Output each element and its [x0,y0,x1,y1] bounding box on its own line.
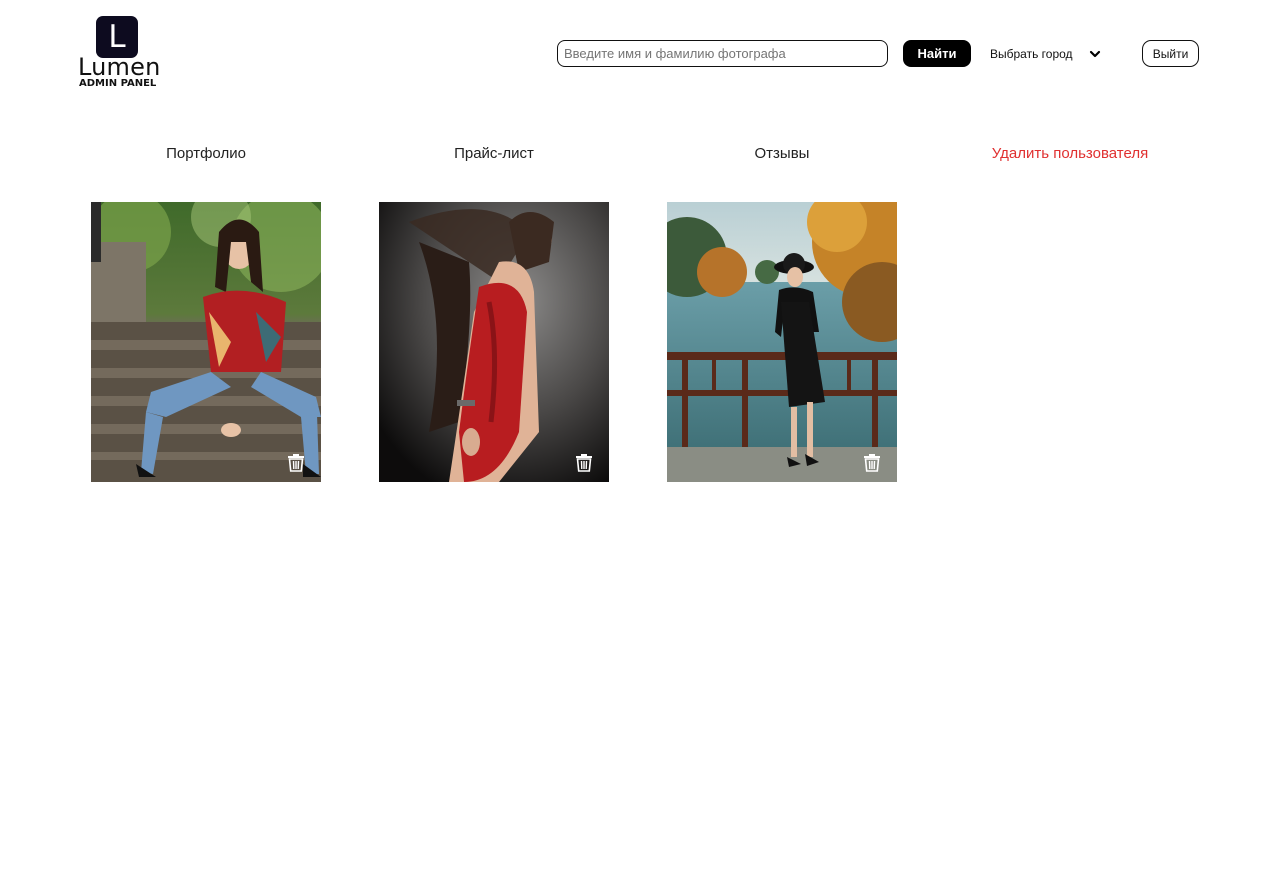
trash-icon[interactable] [575,452,593,472]
city-select[interactable]: Выбрать город [990,40,1110,67]
trash-icon[interactable] [287,452,305,472]
logout-button[interactable]: Выйти [1142,40,1199,67]
photographer-search-input[interactable] [557,40,888,67]
city-select-label: Выбрать город [990,46,1073,61]
trash-icon[interactable] [863,452,881,472]
portfolio-photo[interactable] [91,202,321,482]
tab-portfolio[interactable]: Портфолио [86,143,326,165]
logo-name: Lumen [78,53,161,81]
tab-price-list[interactable]: Прайс-лист [374,143,614,165]
tab-reviews[interactable]: Отзывы [662,143,902,165]
admin-page: L Lumen ADMIN PANEL Найти Выбрать город … [0,0,1277,875]
tab-delete-user[interactable]: Удалить пользователя [950,143,1190,165]
logo[interactable]: L Lumen ADMIN PANEL [78,16,161,90]
photo-card [91,202,321,482]
chevron-down-icon [1089,50,1100,57]
logo-mark: L [96,16,138,58]
photo-card [379,202,609,482]
logo-subtitle: ADMIN PANEL [79,78,157,89]
find-button[interactable]: Найти [903,40,971,67]
portfolio-photo[interactable] [667,202,897,482]
photo-card [667,202,897,482]
portfolio-photo[interactable] [379,202,609,482]
